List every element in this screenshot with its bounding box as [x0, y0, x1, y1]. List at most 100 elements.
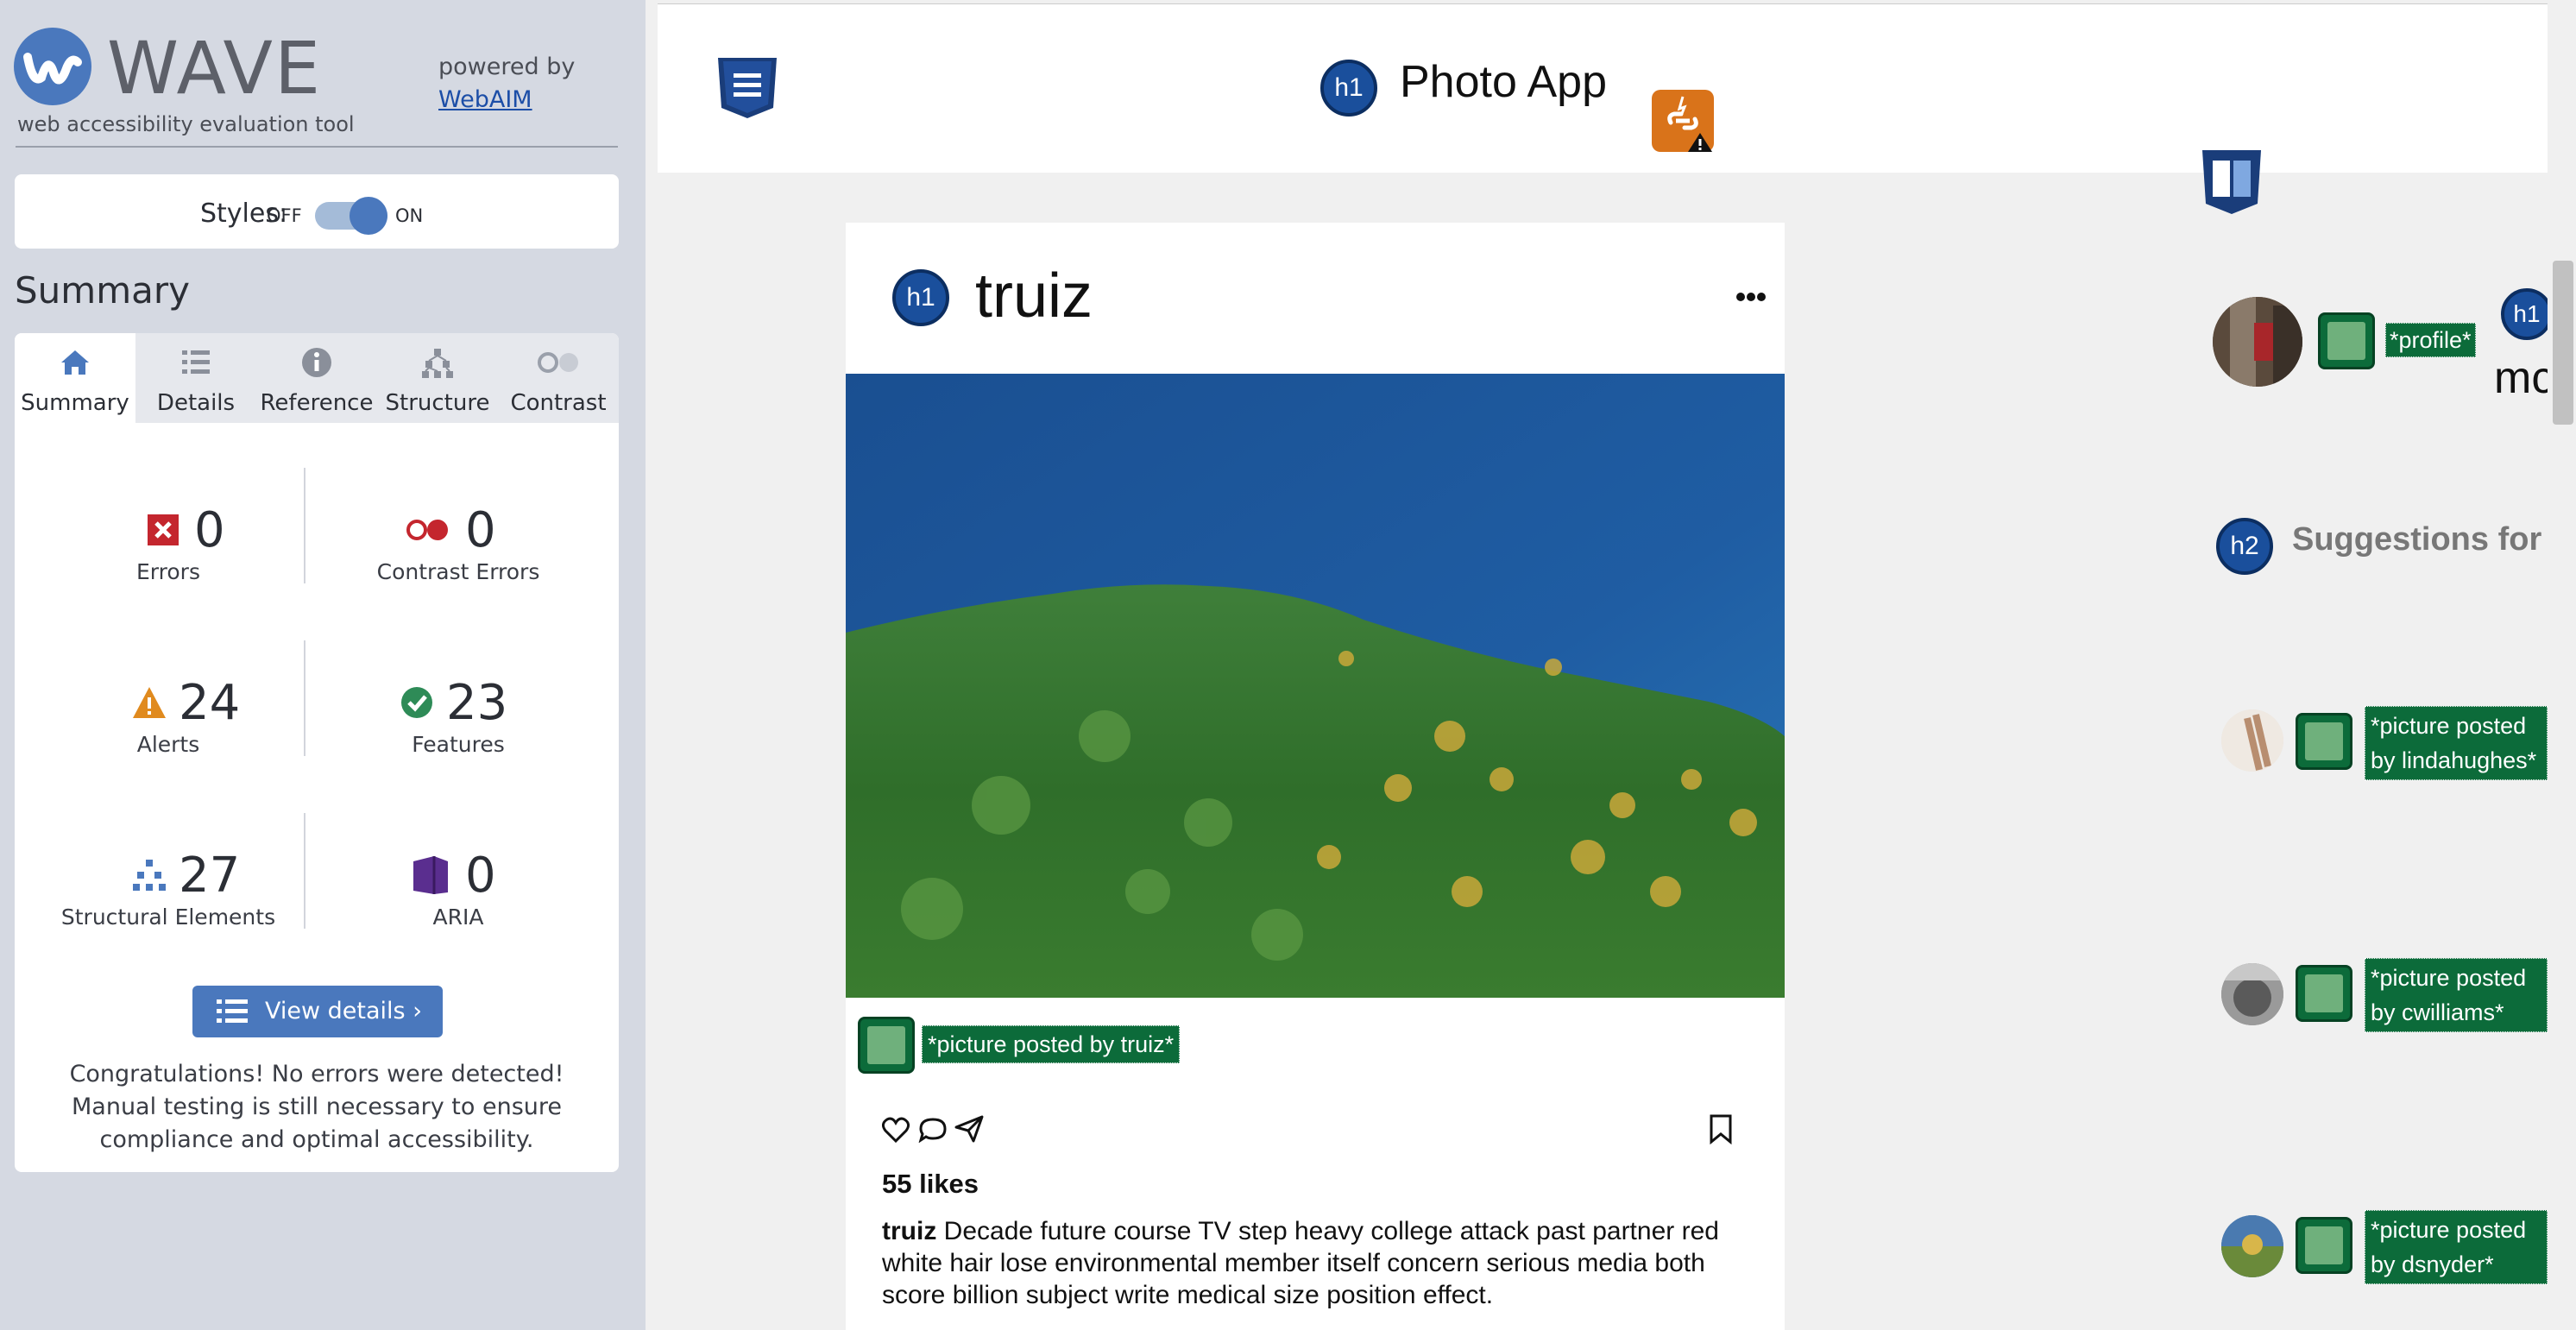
stat-errors[interactable]: 0 Errors — [30, 502, 306, 658]
styles-toggle-box: Styles: OFF ON — [15, 174, 619, 249]
webaim-link[interactable]: WebAIM — [438, 86, 532, 113]
features-count: 23 — [446, 675, 508, 731]
stat-features[interactable]: 23 Features — [320, 675, 596, 830]
hierarchy-icon — [422, 349, 453, 378]
contrast-error-icon — [406, 520, 448, 540]
profile-avatar[interactable] — [2213, 297, 2302, 387]
suggestion-alt-label: *picture posted by dsnyder* — [2365, 1210, 2548, 1284]
summary-panel: Summary Details Reference Structure Cont… — [15, 333, 619, 1172]
contrast-icon — [538, 352, 578, 373]
powered-by-label: powered by — [438, 54, 576, 80]
alert-icon — [133, 687, 166, 718]
view-details-label: View details › — [265, 998, 422, 1024]
image-alt-icon[interactable] — [2296, 713, 2352, 770]
aria-count: 0 — [465, 848, 496, 904]
list-icon — [217, 999, 248, 1023]
post-card: h1 truiz *picture posted by truiz* 55 li… — [846, 223, 1785, 1330]
errors-label: Errors — [136, 559, 200, 584]
divider — [16, 146, 618, 148]
styles-on-label: ON — [395, 205, 424, 226]
suggestion-avatar[interactable] — [2221, 709, 2283, 772]
h2-icon[interactable]: h2 — [2216, 518, 2273, 575]
structure-icon — [133, 860, 166, 891]
page-title: Photo App — [1400, 57, 1607, 107]
caption-text: Decade future course TV step heavy colle… — [882, 1217, 1719, 1309]
heart-icon[interactable] — [882, 1117, 910, 1143]
tab-summary[interactable]: Summary — [15, 333, 135, 423]
more-options-icon[interactable] — [1736, 292, 1766, 302]
scrollbar-thumb[interactable] — [2553, 261, 2573, 425]
alt-text-label: *picture posted by truiz* — [922, 1025, 1181, 1063]
profile-name-text: mc — [2494, 353, 2548, 403]
home-icon — [61, 350, 89, 375]
wave-logo-icon — [14, 28, 91, 105]
profile-photo-image — [2213, 297, 2302, 387]
suggestions-heading: Suggestions for — [2292, 521, 2542, 558]
list-icon — [182, 350, 210, 374]
structural-label: Structural Elements — [60, 905, 276, 930]
suggestion-photo-image — [2221, 963, 2283, 1025]
suggestions-sidebar: *profile* h1 mc h2 Suggestions for *pict… — [2209, 173, 2548, 1330]
info-icon — [302, 348, 331, 377]
summary-heading: Summary — [15, 269, 190, 312]
tab-label: Contrast — [510, 390, 607, 416]
image-alt-icon[interactable] — [2296, 965, 2352, 1022]
wave-logo-text: WAVE — [107, 26, 323, 110]
image-alt-icon[interactable] — [858, 1017, 915, 1074]
structural-count: 27 — [179, 848, 241, 904]
h1-icon[interactable]: h1 — [2501, 288, 2548, 340]
post-actions — [882, 1113, 1754, 1148]
wave-tagline: web accessibility evaluation tool — [17, 112, 355, 136]
broken-link-alert-icon[interactable] — [1652, 90, 1714, 152]
contrast-errors-label: Contrast Errors — [376, 559, 540, 584]
suggestion-alt-label: *picture posted by lindahughes* — [2365, 706, 2548, 780]
stat-alerts[interactable]: 24 Alerts — [30, 675, 306, 830]
suggestion-photo-image — [2221, 1215, 2283, 1277]
comment-icon[interactable] — [918, 1117, 948, 1143]
suggestion-alt-label: *picture posted by cwilliams* — [2365, 958, 2548, 1032]
view-details-button[interactable]: View details › — [192, 986, 443, 1037]
share-icon[interactable] — [954, 1115, 984, 1143]
wave-sidebar: WAVE web accessibility evaluation tool p… — [0, 0, 646, 1330]
stat-structural[interactable]: 27 Structural Elements — [30, 848, 306, 1003]
tab-label: Details — [156, 390, 236, 416]
post-caption: truiz Decade future course TV step heavy… — [882, 1215, 1754, 1311]
image-alt-icon[interactable] — [2296, 1217, 2352, 1274]
link-warning-icon — [1667, 96, 1712, 152]
post-username[interactable]: truiz — [975, 261, 1093, 331]
aria-icon — [413, 856, 448, 894]
styles-off-label: OFF — [267, 205, 302, 226]
alerts-label: Alerts — [136, 732, 200, 757]
features-label: Features — [412, 732, 505, 757]
wave-tabs: Summary Details Reference Structure Cont… — [15, 333, 619, 423]
congrats-message: Congratulations! No errors were detected… — [69, 1061, 564, 1153]
suggestion-photo-image — [2221, 709, 2283, 772]
page-scrollbar[interactable] — [2548, 0, 2576, 1330]
contrast-errors-count: 0 — [465, 502, 496, 558]
tab-contrast[interactable]: Contrast — [498, 333, 619, 423]
tab-structure[interactable]: Structure — [377, 333, 498, 423]
h1-icon[interactable]: h1 — [892, 269, 949, 326]
image-alt-icon[interactable] — [2318, 312, 2375, 369]
suggestion-avatar[interactable] — [2221, 963, 2283, 1025]
post-photo — [846, 374, 1785, 998]
tab-label: Reference — [260, 390, 374, 416]
tab-label: Structure — [385, 390, 490, 416]
likes-count: 55 likes — [882, 1169, 979, 1199]
errors-count: 0 — [194, 502, 225, 558]
profile-alt-label: *profile* — [2385, 323, 2476, 357]
caption-username[interactable]: truiz — [882, 1217, 936, 1245]
forest-lake-image — [846, 374, 1785, 998]
h1-icon[interactable]: h1 — [1320, 60, 1377, 117]
tab-label: Summary — [21, 390, 129, 416]
tab-reference[interactable]: Reference — [256, 333, 377, 423]
stat-contrast-errors[interactable]: 0 Contrast Errors — [320, 502, 596, 658]
styles-toggle-knob[interactable] — [350, 197, 387, 235]
tab-details[interactable]: Details — [135, 333, 256, 423]
alerts-count: 24 — [179, 675, 241, 731]
navigation-landmark-icon[interactable] — [715, 54, 780, 120]
suggestion-avatar[interactable] — [2221, 1215, 2283, 1277]
aria-label: ARIA — [432, 905, 484, 930]
bookmark-icon[interactable] — [1709, 1113, 1733, 1144]
stat-aria[interactable]: 0 ARIA — [320, 848, 596, 1003]
